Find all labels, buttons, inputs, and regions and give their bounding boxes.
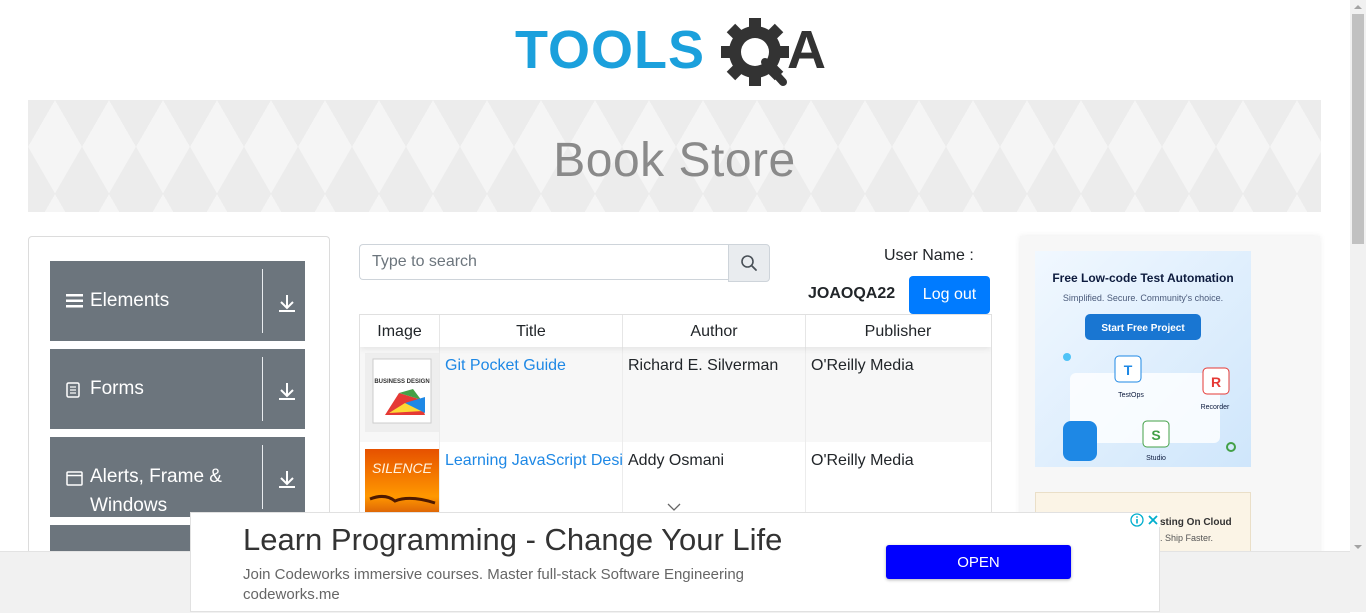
scroll-up-arrow-icon[interactable] (1350, 0, 1366, 14)
author-cell: Richard E. Silverman (623, 347, 806, 442)
menu-divider (262, 357, 263, 421)
page-banner: Book Store (28, 100, 1321, 212)
ad-headline[interactable]: Learn Programming - Change Your Life (243, 522, 782, 558)
ad-close-icon[interactable] (1146, 513, 1160, 527)
download-arrow-icon[interactable] (278, 381, 296, 401)
menu-group-alerts-frame-windows[interactable]: Alerts, Frame & Windows (50, 437, 305, 517)
search-button[interactable] (728, 244, 770, 282)
window-icon (66, 471, 84, 489)
menu-group-elements[interactable]: Elements (50, 261, 305, 341)
document-icon (66, 382, 84, 400)
svg-text:T: T (1124, 362, 1133, 378)
user-name-label: User Name : (884, 247, 974, 264)
image-cell: BUSINESS DESIGN (360, 347, 440, 442)
ad2-subtext: . Ship Faster. (1160, 533, 1214, 543)
ad-info-icon[interactable] (1130, 513, 1144, 527)
svg-text:Studio: Studio (1146, 455, 1166, 462)
search-input[interactable] (359, 244, 729, 280)
svg-text:R: R (1211, 374, 1221, 390)
download-arrow-icon[interactable] (278, 293, 296, 313)
menu-group-label: Forms (90, 378, 144, 399)
katalon-ad[interactable]: Free Low-code Test Automation Simplified… (1035, 251, 1251, 467)
logo-text-a: A (787, 20, 826, 80)
table-header: Image Title Author Publisher (360, 315, 991, 347)
search-icon (741, 255, 757, 271)
user-name-value: JOAOQA22 (808, 285, 896, 302)
svg-text:SILENCE: SILENCE (372, 460, 433, 476)
ad-subtitle: Simplified. Secure. Community's choice. (1063, 293, 1223, 303)
menu-divider (262, 445, 263, 509)
book-author: Richard E. Silverman (628, 357, 779, 374)
logo-text-tools: TOOLS (515, 20, 705, 80)
book-publisher: O'Reilly Media (811, 357, 914, 374)
ad-description: Join Codeworks immersive courses. Master… (243, 566, 745, 583)
book-cover-image: BUSINESS DESIGN (365, 353, 439, 432)
scroll-down-arrow-icon[interactable] (1350, 540, 1366, 554)
ad-url[interactable]: codeworks.me (243, 586, 340, 603)
page-title: Book Store (553, 133, 796, 187)
toolsqa-logo[interactable]: TOOLS A (515, 16, 840, 90)
svg-text:BUSINESS DESIGN: BUSINESS DESIGN (374, 379, 429, 385)
svg-text:S: S (1151, 427, 1160, 443)
logout-button[interactable]: Log out (909, 276, 990, 314)
menu-group-label: Elements (90, 290, 170, 311)
title-cell: Git Pocket Guide (440, 347, 623, 442)
svg-text:Recorder: Recorder (1201, 404, 1230, 411)
menu-divider (262, 269, 263, 333)
column-header-publisher[interactable]: Publisher (806, 315, 990, 347)
scrollbar-thumb[interactable] (1352, 14, 1364, 244)
book-title-link[interactable]: Learning JavaScript Design Patterns (445, 452, 622, 470)
publisher-cell: O'Reilly Media (806, 347, 990, 442)
ad-cta: Start Free Project (1101, 323, 1185, 334)
book-publisher: O'Reilly Media (811, 452, 914, 469)
book-title-link[interactable]: Git Pocket Guide (445, 357, 566, 375)
svg-text:TestOps: TestOps (1118, 392, 1144, 399)
menu-group-forms[interactable]: Forms (50, 349, 305, 429)
ad-title: Free Low-code Test Automation (1052, 271, 1233, 285)
column-header-author[interactable]: Author (623, 315, 806, 347)
ad-open-button[interactable]: OPEN (886, 545, 1071, 579)
book-author: Addy Osmani (628, 452, 725, 469)
column-header-title[interactable]: Title (440, 315, 623, 347)
table-row: BUSINESS DESIGN Git Pocket Guide Richard… (360, 347, 991, 442)
ad2-text: sting On Cloud (1160, 517, 1232, 528)
download-arrow-icon[interactable] (278, 469, 296, 489)
column-header-image[interactable]: Image (360, 315, 440, 347)
hamburger-icon (66, 293, 84, 311)
